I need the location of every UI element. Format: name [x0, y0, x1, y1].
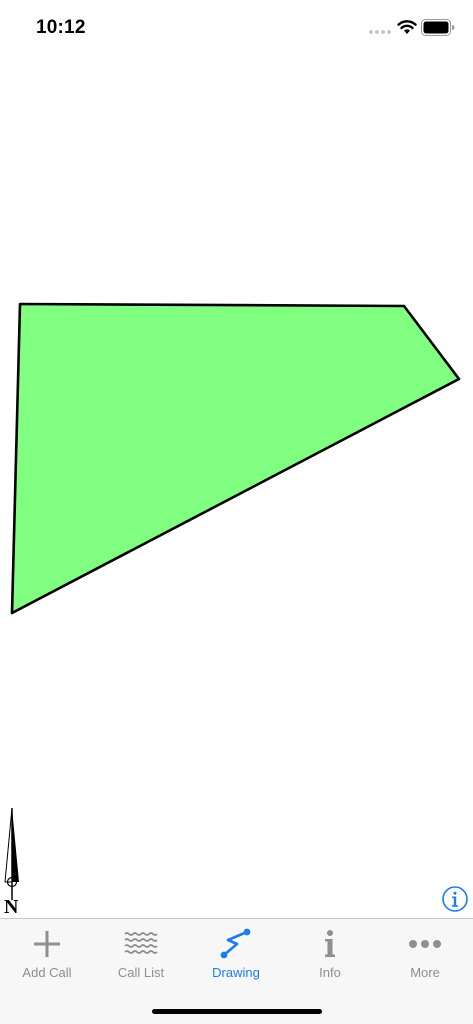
- tab-label: More: [410, 965, 440, 980]
- wifi-icon: [397, 20, 417, 34]
- wavy-lines-icon: [124, 932, 158, 954]
- tab-bar: Add Call Call List Drawing Info More: [0, 918, 473, 1024]
- more-dots-icon: [409, 940, 441, 948]
- drawing-canvas[interactable]: [0, 56, 473, 918]
- cellular-signal-icon: [369, 30, 391, 34]
- tab-label: Add Call: [22, 965, 72, 980]
- home-indicator: [152, 1009, 322, 1014]
- tab-label: Call List: [117, 965, 165, 980]
- tab-more[interactable]: More: [378, 919, 472, 991]
- parcel-polygon: [10, 302, 461, 615]
- north-label: N: [4, 896, 19, 918]
- tab-add-call[interactable]: Add Call: [0, 919, 94, 991]
- tab-call-list[interactable]: Call List: [94, 919, 188, 991]
- battery-icon: [421, 19, 455, 36]
- tab-label: Info: [319, 965, 341, 980]
- polyline-icon: [220, 928, 251, 959]
- tab-label: Drawing: [212, 965, 260, 980]
- info-icon: [325, 930, 335, 957]
- info-button[interactable]: [442, 886, 468, 912]
- status-time: 10:12: [36, 17, 86, 38]
- tab-drawing[interactable]: Drawing: [189, 919, 283, 991]
- status-bar: 10:12: [0, 0, 473, 56]
- tab-info[interactable]: Info: [283, 919, 377, 991]
- plus-icon: [34, 931, 60, 957]
